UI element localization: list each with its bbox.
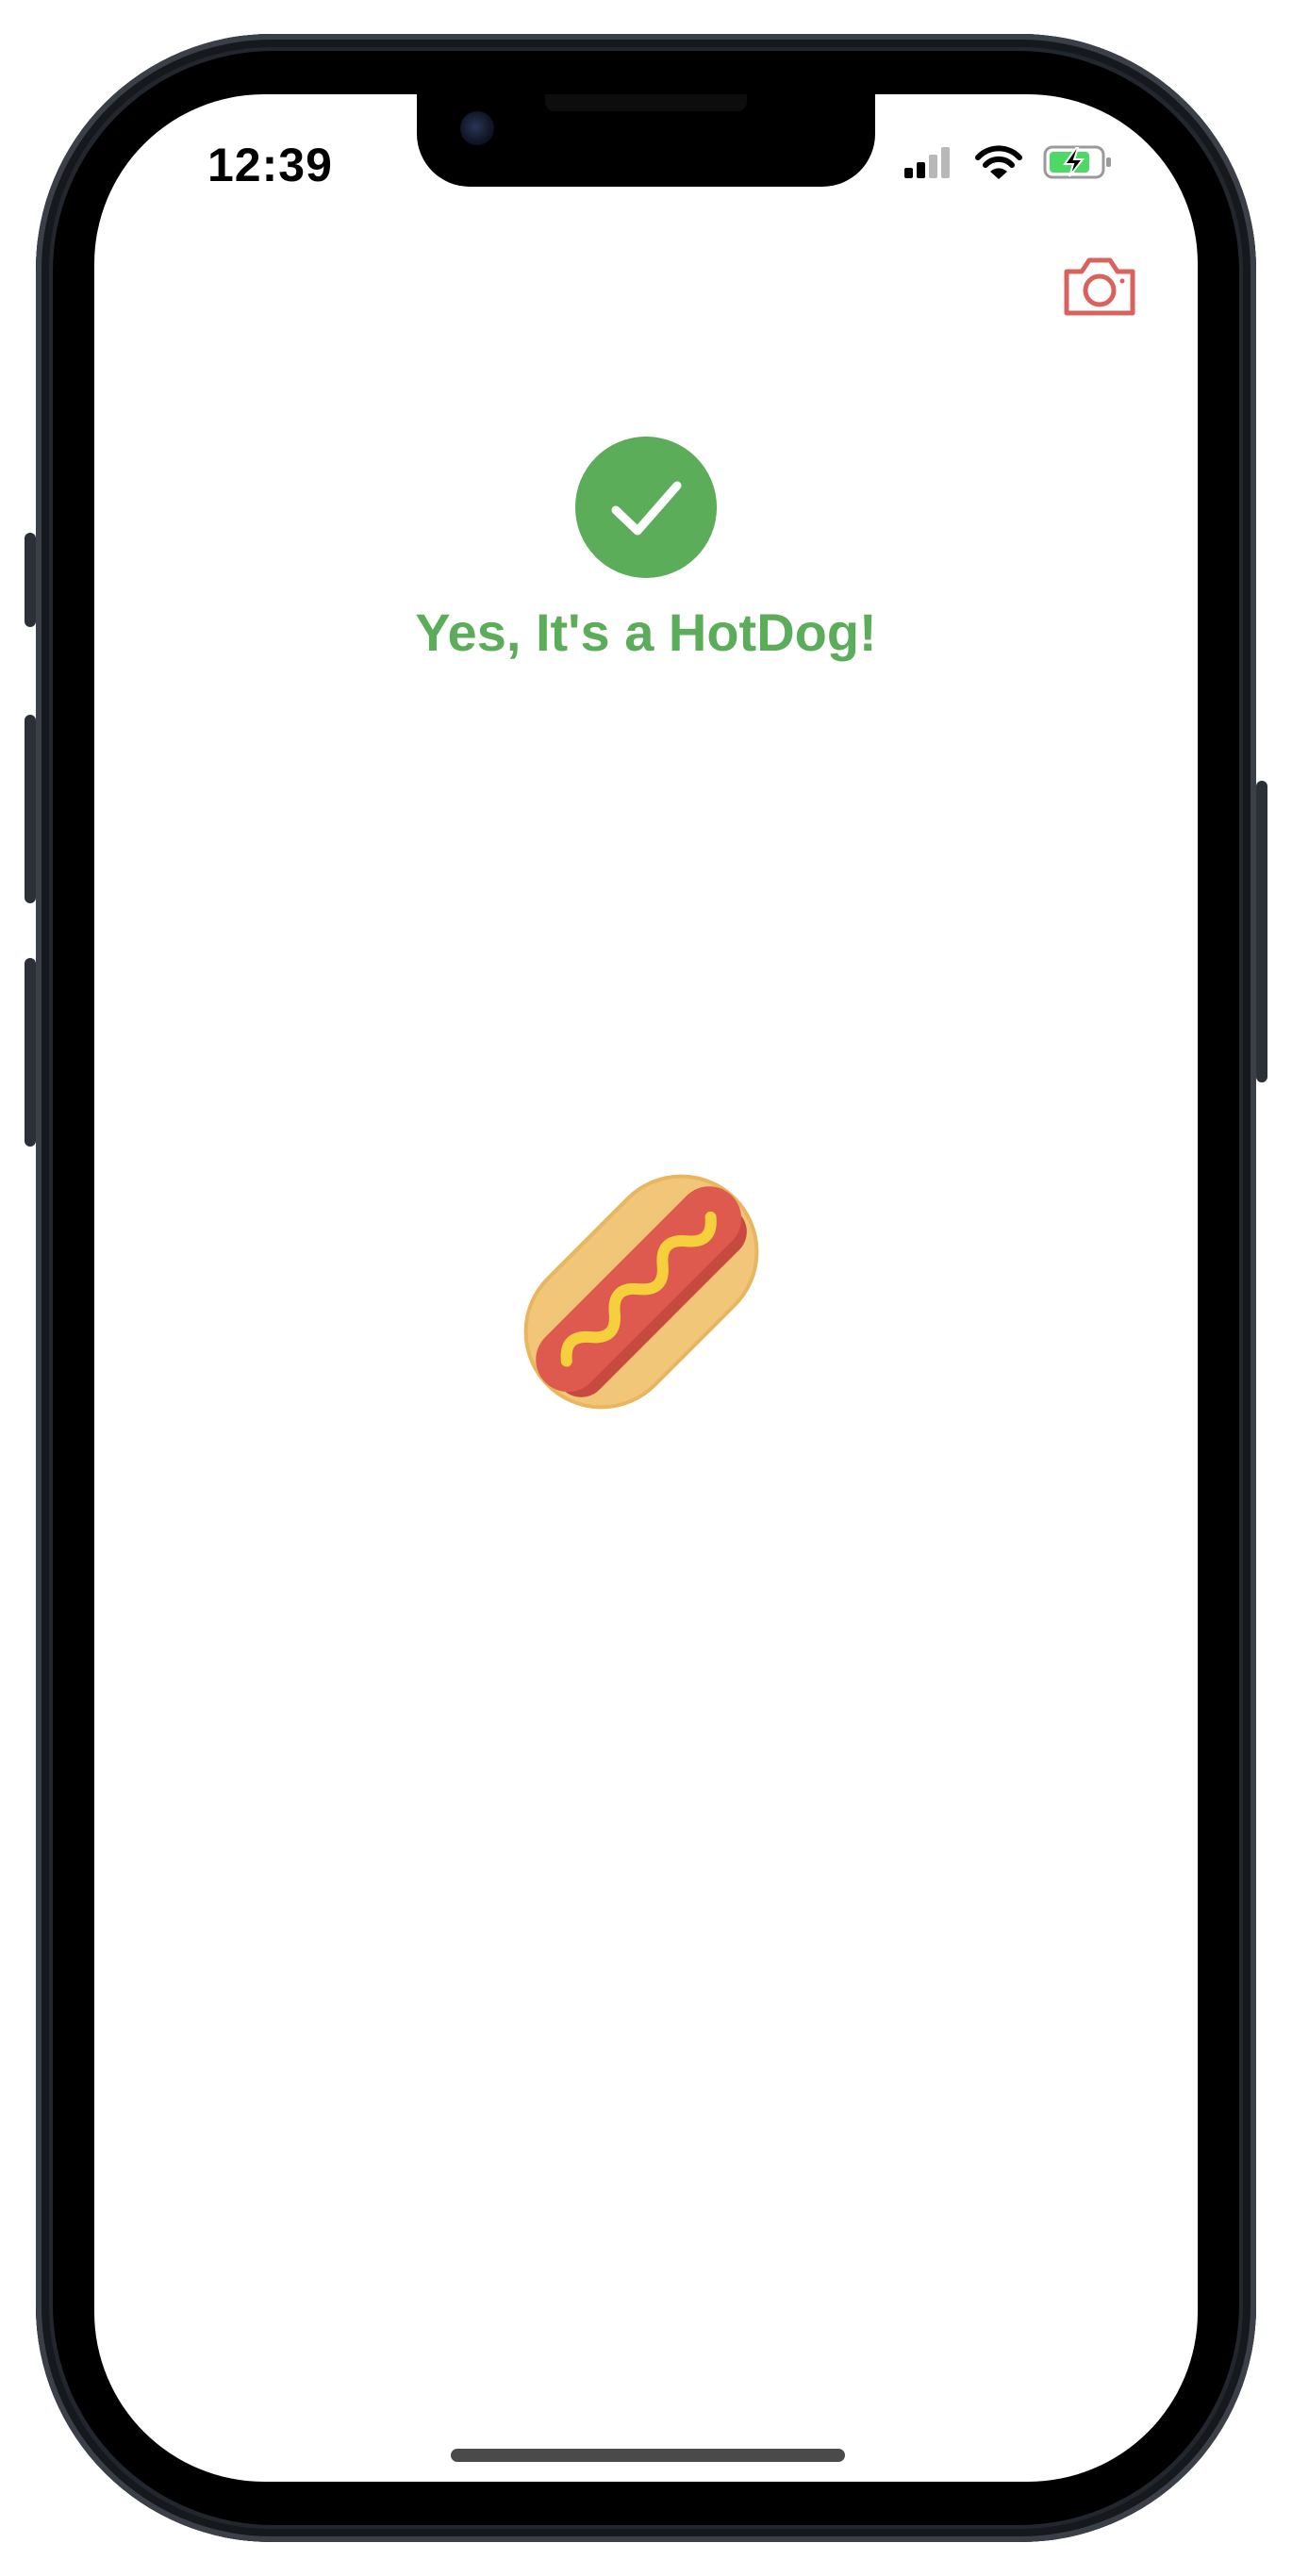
result-title: Yes, It's a HotDog! xyxy=(415,603,877,662)
power-button xyxy=(1256,781,1267,1082)
earpiece-speaker xyxy=(545,94,747,111)
checkmark-icon xyxy=(575,437,717,578)
volume-up-button xyxy=(25,715,36,903)
camera-icon xyxy=(1064,257,1135,316)
hotdog-icon xyxy=(523,1174,759,1410)
volume-down-button xyxy=(25,958,36,1147)
cellular-signal-icon xyxy=(904,147,950,178)
home-indicator[interactable] xyxy=(451,2449,845,2462)
mute-switch xyxy=(25,533,36,627)
camera-button[interactable] xyxy=(1061,255,1138,319)
battery-charging-icon xyxy=(1043,145,1111,179)
front-camera-icon xyxy=(460,111,494,145)
status-time: 12:39 xyxy=(207,139,333,191)
app-screen: 12:39 Yes, It's a HotDog! xyxy=(94,94,1198,2482)
wifi-icon xyxy=(975,145,1022,179)
status-icons xyxy=(904,145,1111,179)
